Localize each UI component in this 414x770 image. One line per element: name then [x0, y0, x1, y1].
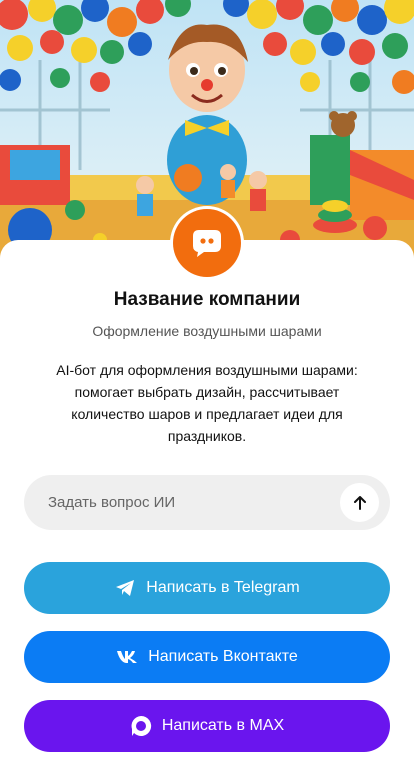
telegram-button-label: Написать в Telegram — [146, 579, 300, 596]
chat-bubble-icon — [193, 230, 221, 257]
company-description: AI-бот для оформления воздушными шарами:… — [56, 362, 358, 444]
vk-icon — [117, 651, 138, 663]
arrow-up-icon — [353, 495, 366, 510]
company-tagline: Оформление воздушными шарами — [92, 323, 322, 339]
ask-ai-input[interactable] — [48, 475, 348, 530]
telegram-button[interactable]: Написать в Telegram — [24, 562, 390, 614]
max-button-label: Написать в MAX — [161, 717, 285, 734]
telegram-icon — [116, 580, 135, 596]
max-button[interactable]: Написать в MAX — [24, 700, 390, 752]
company-name: Название компании — [113, 289, 301, 310]
company-logo — [170, 206, 244, 280]
send-button[interactable] — [340, 483, 379, 522]
ask-ai-box — [24, 475, 390, 530]
vk-button[interactable]: Написать Вконтакте — [24, 631, 390, 683]
max-icon — [131, 715, 151, 736]
vk-button-label: Написать Вконтакте — [148, 648, 298, 665]
